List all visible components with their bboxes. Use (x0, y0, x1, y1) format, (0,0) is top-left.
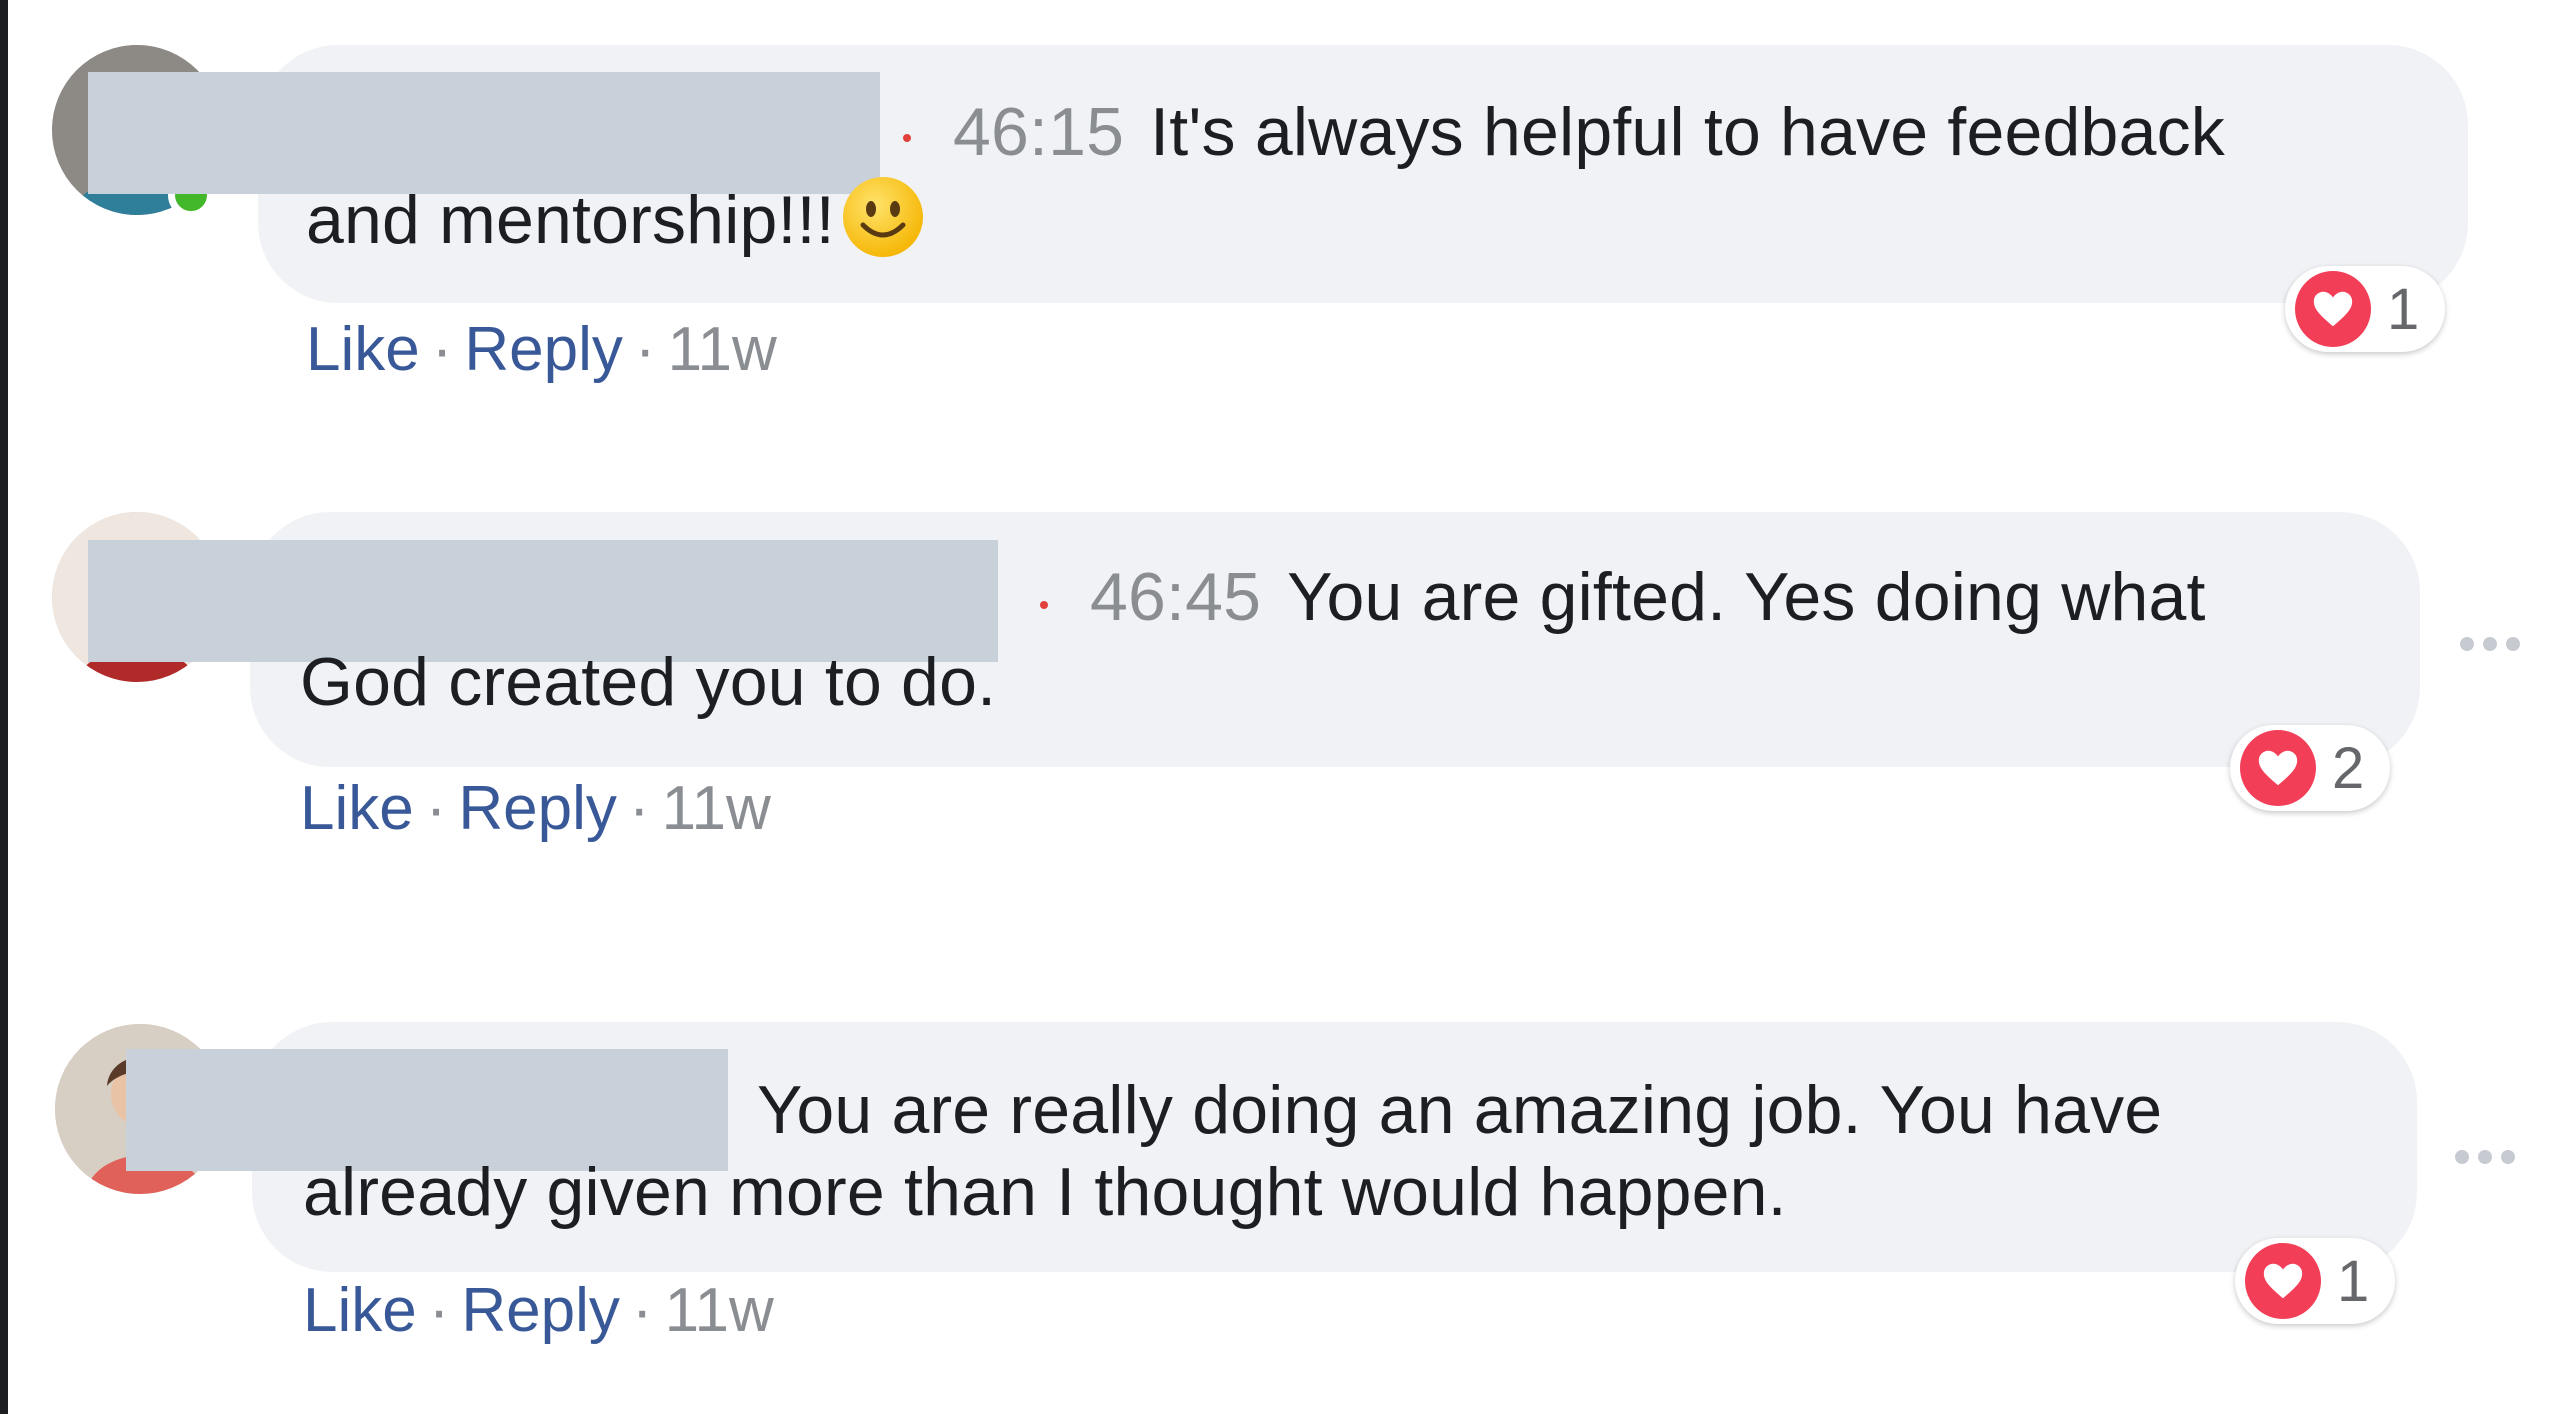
comment-actions: Like · Reply · 11w (303, 1275, 774, 1346)
comment-text-line2: already given more than I thought would … (303, 1154, 1787, 1230)
heart-icon (2245, 1243, 2321, 1319)
comment-text-line1: 46:45 You are gifted. Yes doing what (1090, 559, 2206, 635)
separator: · (631, 1276, 653, 1345)
comment-actions: Like · Reply · 11w (300, 773, 771, 844)
heart-icon (2240, 730, 2316, 806)
separator: · (425, 774, 447, 843)
more-options-icon[interactable] (2455, 1150, 2515, 1164)
comment-text-line2: God created you to do. (300, 644, 997, 720)
reaction-summary[interactable]: 2 (2230, 725, 2391, 811)
comment-age[interactable]: 11w (665, 1276, 774, 1345)
separator: · (628, 774, 650, 843)
like-button[interactable]: Like (303, 1276, 417, 1345)
video-timestamp[interactable]: 46:45 (1090, 559, 1261, 635)
comment-3: You are really doing an amazing job. You… (0, 0, 2560, 1345)
like-button[interactable]: Like (300, 774, 414, 843)
comment-age[interactable]: 11w (662, 774, 771, 843)
reaction-count: 1 (2337, 1248, 2370, 1314)
reaction-count: 2 (2332, 735, 2365, 801)
more-options-icon[interactable] (2460, 637, 2520, 651)
comment-text-line1: You are really doing an amazing job. You… (757, 1072, 2163, 1148)
reaction-summary[interactable]: 1 (2235, 1238, 2396, 1324)
marker-dot (1040, 601, 1048, 609)
reply-button[interactable]: Reply (458, 774, 617, 843)
separator: · (428, 1276, 450, 1345)
reply-button[interactable]: Reply (461, 1276, 620, 1345)
